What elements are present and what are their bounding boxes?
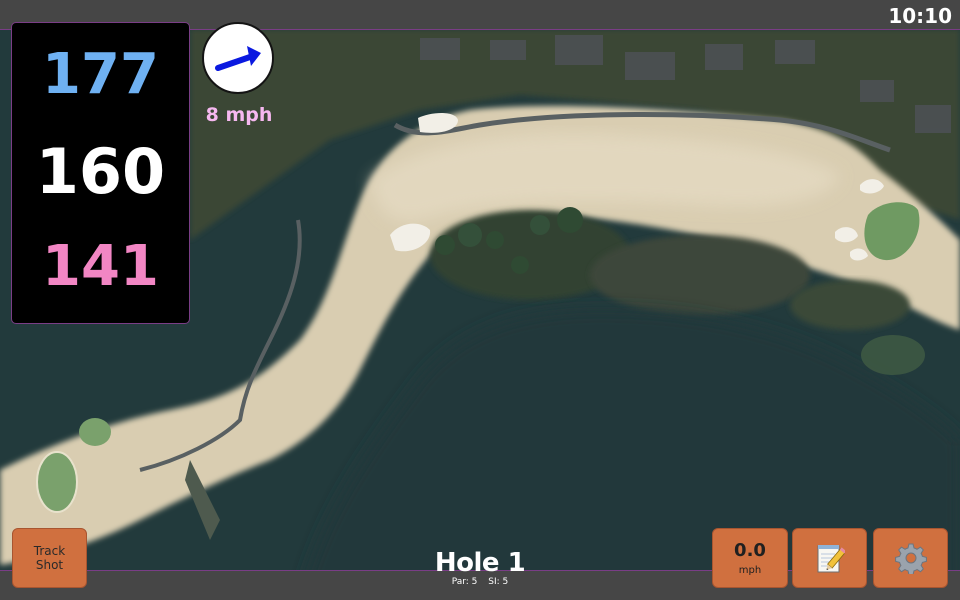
speed-unit: mph bbox=[738, 564, 762, 576]
green-left-small bbox=[79, 418, 111, 446]
green-lower-right bbox=[861, 335, 925, 375]
wind-indicator bbox=[202, 22, 274, 94]
hole-par: Par: 5 bbox=[451, 577, 478, 587]
track-shot-button[interactable]: Track Shot bbox=[12, 528, 87, 588]
speed-button[interactable]: 0.0 mph bbox=[712, 528, 788, 588]
track-shot-label-line2: Shot bbox=[35, 558, 64, 572]
settings-button[interactable] bbox=[873, 528, 948, 588]
hole-title: Hole 1 bbox=[434, 548, 526, 578]
gear-icon bbox=[894, 543, 927, 574]
hole-info: Par: 5 SI: 5 bbox=[380, 577, 580, 587]
hole-stroke-index: SI: 5 bbox=[488, 577, 509, 587]
track-shot-label-line1: Track bbox=[33, 544, 66, 558]
notes-button[interactable] bbox=[792, 528, 867, 588]
distance-panel: 177 160 141 bbox=[11, 22, 190, 324]
arrow-northeast-icon bbox=[215, 46, 261, 71]
speed-value: 0.0 bbox=[734, 539, 766, 561]
notepad-pencil-icon bbox=[817, 545, 845, 573]
clock: 10:10 bbox=[888, 4, 952, 28]
distance-front: 141 bbox=[42, 234, 159, 299]
green-left bbox=[36, 451, 78, 513]
wind-speed: 8 mph bbox=[205, 104, 273, 126]
distance-back: 177 bbox=[42, 42, 159, 107]
golf-gps-screen: 10:10 177 160 141 8 mph Track Shot Hole … bbox=[0, 0, 960, 600]
distance-middle: 160 bbox=[35, 135, 166, 208]
